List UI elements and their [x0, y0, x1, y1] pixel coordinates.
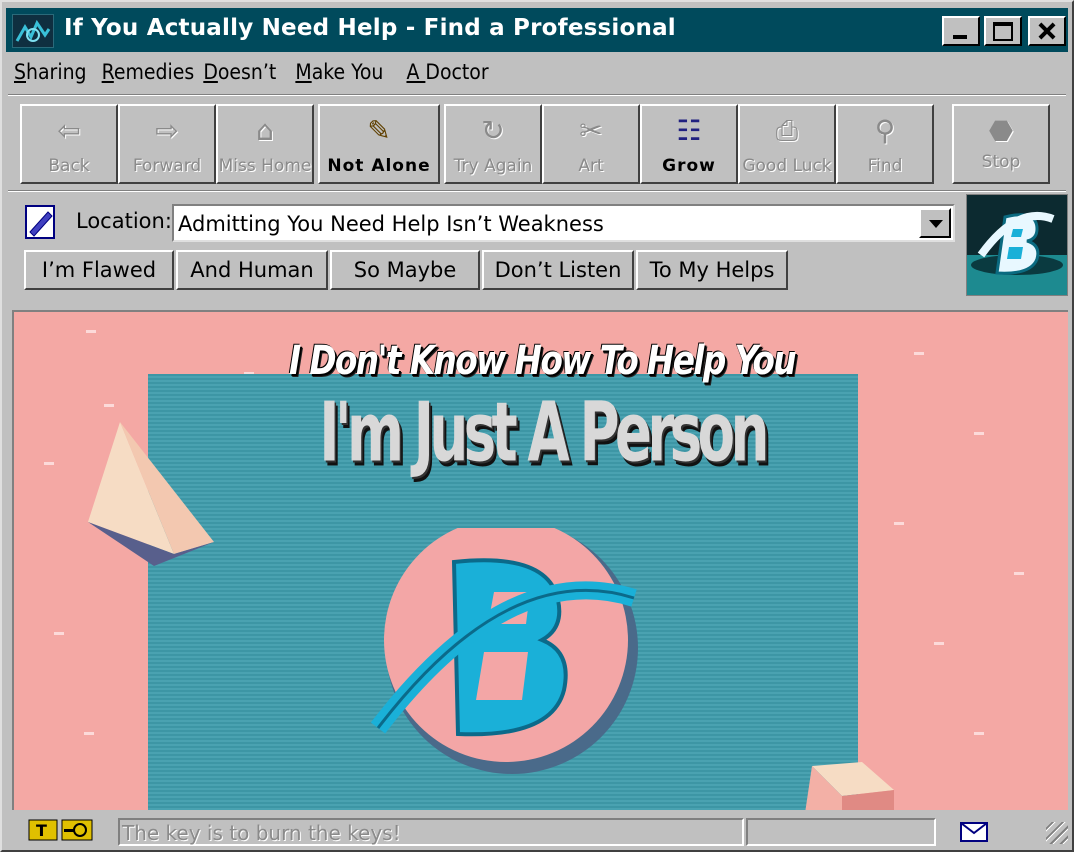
mail-icon[interactable] — [960, 822, 988, 842]
arrow-left-icon: ⇦ — [57, 114, 81, 147]
subheadline: I'm Just A Person — [319, 385, 769, 481]
not-alone-button[interactable]: ✎ Not Alone — [318, 104, 440, 184]
link-so-maybe[interactable]: So Maybe — [330, 250, 480, 290]
menu-accel: S — [14, 60, 26, 84]
back-button[interactable]: ⇦ Back — [20, 104, 118, 184]
menu-label: oesn’t — [217, 60, 277, 84]
menu-label: ake You — [311, 60, 384, 84]
try-again-label: Try Again — [453, 156, 533, 176]
good-luck-label: Good Luck — [742, 156, 832, 176]
minimize-button[interactable] — [942, 16, 980, 46]
not-alone-label: Not Alone — [327, 156, 431, 176]
location-dropdown-button[interactable] — [919, 208, 951, 238]
back-label: Back — [48, 156, 90, 176]
stop-button[interactable]: ⬣ Stop — [952, 104, 1050, 184]
cube-shape — [805, 762, 894, 810]
link-im-flawed[interactable]: I’m Flawed — [24, 250, 174, 290]
forward-label: Forward — [132, 156, 202, 176]
status-text: The key is to burn the keys! — [122, 821, 401, 845]
good-luck-button[interactable]: ⎙ Good Luck — [738, 104, 836, 184]
try-again-button[interactable]: ↻ Try Again — [444, 104, 542, 184]
menu-accel: A — [406, 60, 426, 84]
security-key-icon[interactable]: T — [28, 818, 96, 842]
forward-button[interactable]: ⇨ Forward — [118, 104, 216, 184]
status-message: The key is to burn the keys! — [118, 818, 744, 846]
menu-sharing[interactable]: Sharing — [14, 60, 87, 84]
browser-logo — [966, 194, 1068, 296]
svg-text:T: T — [36, 821, 47, 840]
miss-home-label: Miss Home — [218, 156, 312, 176]
location-label: Location: — [76, 209, 172, 233]
link-to-my-helps[interactable]: To My Helps — [636, 250, 788, 290]
pencil-icon: ✎ — [367, 114, 391, 147]
art-button[interactable]: ✂ Art — [542, 104, 640, 184]
title-bar[interactable]: If You Actually Need Help - Find a Profe… — [6, 8, 1068, 52]
find-label: Find — [867, 156, 903, 176]
browser-window: If You Actually Need Help - Find a Profe… — [0, 0, 1074, 852]
close-button[interactable] — [1028, 16, 1066, 46]
menu-a-doctor[interactable]: A Doctor — [406, 60, 488, 84]
find-button[interactable]: ⚲ Find — [836, 104, 934, 184]
link-and-human[interactable]: And Human — [176, 250, 328, 290]
home-icon: ⌂ — [256, 114, 274, 147]
browser-b-logo — [370, 528, 638, 774]
art-icon: ✂ — [579, 114, 603, 147]
refresh-icon: ↻ — [481, 114, 505, 147]
grow-icon: ☷ — [676, 114, 702, 147]
status-bar: T The key is to burn the keys! — [2, 814, 1072, 848]
art-label: Art — [578, 156, 604, 176]
page-content[interactable]: I Don't Know How To Help You I'm Just A … — [12, 310, 1068, 810]
menu-accel: R — [101, 60, 114, 84]
menu-doesnt[interactable]: Doesn’t — [203, 60, 276, 84]
grow-label: Grow — [662, 156, 716, 176]
miss-home-button[interactable]: ⌂ Miss Home — [216, 104, 314, 184]
resize-grip[interactable] — [1046, 822, 1068, 844]
menu-label: emedies — [113, 60, 195, 84]
stop-label: Stop — [981, 152, 1021, 172]
menu-remedies[interactable]: Remedies — [102, 60, 195, 84]
printer-icon: ⎙ — [775, 114, 799, 147]
menu-label: Doctor — [425, 60, 489, 84]
menu-make-you[interactable]: Make You — [295, 60, 383, 84]
menu-label: haring — [26, 60, 87, 84]
maximize-button[interactable] — [984, 16, 1022, 46]
menu-accel: D — [203, 60, 218, 84]
grow-button[interactable]: ☷ Grow — [640, 104, 738, 184]
location-value: Admitting You Need Help Isn’t Weakness — [178, 212, 604, 236]
binoculars-icon: ⚲ — [874, 114, 896, 147]
location-input[interactable]: Admitting You Need Help Isn’t Weakness — [172, 204, 955, 242]
headline: I Don't Know How To Help You — [288, 338, 797, 384]
menu-separator — [8, 94, 1066, 96]
window-title: If You Actually Need Help - Find a Profe… — [64, 15, 676, 41]
progress-field — [746, 818, 936, 846]
arrow-right-icon: ⇨ — [155, 114, 179, 147]
app-icon — [12, 14, 54, 48]
menu-accel: M — [295, 60, 312, 84]
bookmark-icon[interactable] — [24, 204, 56, 240]
menu-bar: Sharing Remedies Doesn’t Make You A Doct… — [14, 60, 499, 90]
stop-icon: ⬣ — [988, 114, 1014, 147]
toolbar-separator — [8, 190, 1066, 192]
link-dont-listen[interactable]: Don’t Listen — [482, 250, 634, 290]
